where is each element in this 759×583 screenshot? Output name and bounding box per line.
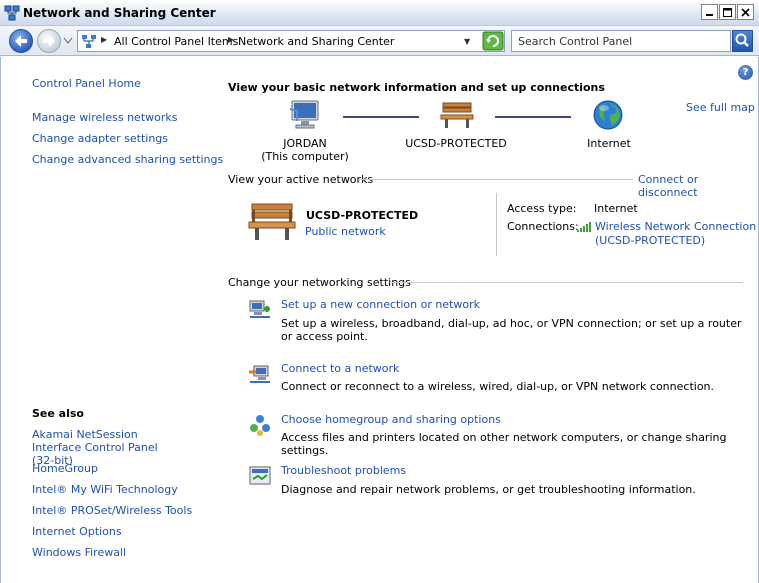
active-networks-title: View your active networks — [228, 173, 374, 186]
network-name: UCSD-PROTECTED — [405, 137, 507, 150]
see-also-heading: See also — [32, 407, 84, 420]
task-new-connection-desc: Set up a wireless, broadband, dial-up, a… — [281, 317, 742, 343]
page-heading: View your basic network information and … — [228, 81, 605, 94]
wireless-signal-icon — [577, 222, 591, 232]
see-full-map-link[interactable]: See full map — [686, 101, 755, 114]
manage-wireless-link[interactable]: Manage wireless networks — [32, 111, 177, 124]
breadcrumb-item-all-control-panel[interactable]: All Control Panel Items — [114, 35, 238, 48]
network-center-icon — [4, 5, 20, 21]
connect-or-disconnect-link[interactable]: Connect or disconnect — [638, 173, 758, 199]
access-type-label: Access type: — [507, 202, 577, 215]
vertical-divider — [496, 193, 497, 256]
maximize-icon — [723, 7, 732, 17]
active-network-name: UCSD-PROTECTED — [306, 209, 419, 222]
homegroup-icon — [250, 415, 270, 436]
internet-globe-icon — [593, 100, 623, 130]
minimize-button[interactable] — [701, 4, 718, 20]
back-arrow-icon — [15, 35, 27, 47]
close-button[interactable] — [737, 4, 754, 20]
content-area: Control Panel Home Manage wireless netwo… — [0, 57, 759, 583]
back-button[interactable] — [9, 29, 33, 53]
computer-subtitle: (This computer) — [261, 150, 349, 163]
internet-label: Internet — [587, 137, 631, 150]
change-settings-title: Change your networking settings — [228, 276, 411, 289]
breadcrumb[interactable]: ▶ All Control Panel Items ▶ Network and … — [77, 30, 505, 52]
control-panel-icon — [82, 35, 96, 48]
maximize-button[interactable] — [719, 4, 736, 20]
see-also-homegroup-link[interactable]: HomeGroup — [32, 462, 98, 475]
wireless-connection-link[interactable]: Wireless Network Connection — [595, 220, 756, 233]
change-adapter-link[interactable]: Change adapter settings — [32, 132, 168, 145]
see-also-intel-wifi-link[interactable]: Intel® My WiFi Technology — [32, 483, 178, 496]
task-troubleshoot-link[interactable]: Troubleshoot problems — [281, 464, 406, 477]
close-icon — [741, 7, 750, 17]
task-troubleshoot-desc: Diagnose and repair network problems, or… — [281, 483, 696, 496]
see-also-internet-options-link[interactable]: Internet Options — [32, 525, 122, 538]
title-bar: Network and Sharing Center — [0, 0, 759, 26]
task-homegroup-desc: Access files and printers located on oth… — [281, 431, 727, 457]
task-connect-network-desc: Connect or reconnect to a wireless, wire… — [281, 380, 715, 393]
public-network-bench-icon — [440, 102, 474, 128]
map-connector — [495, 116, 571, 118]
access-type-value: Internet — [594, 202, 638, 215]
chevron-down-icon[interactable]: ▼ — [464, 37, 470, 46]
change-sharing-link[interactable]: Change advanced sharing settings — [32, 153, 223, 166]
search-button[interactable] — [732, 30, 753, 52]
chevron-right-icon[interactable]: ▶ — [228, 35, 234, 44]
map-connector — [343, 116, 419, 118]
minimize-icon — [706, 13, 713, 16]
troubleshoot-icon — [249, 466, 271, 485]
chevron-right-icon[interactable]: ▶ — [101, 35, 107, 44]
control-panel-home-link[interactable]: Control Panel Home — [32, 77, 141, 90]
task-new-connection-link[interactable]: Set up a new connection or network — [281, 298, 480, 311]
help-icon[interactable]: ? — [738, 65, 753, 80]
section-divider — [359, 179, 633, 180]
breadcrumb-item-network-center[interactable]: Network and Sharing Center — [238, 35, 394, 48]
forward-arrow-icon — [43, 35, 55, 47]
computer-name: JORDAN — [283, 137, 327, 150]
wireless-connection-ssid-link[interactable]: (UCSD-PROTECTED) — [595, 234, 705, 247]
refresh-icon[interactable] — [482, 31, 504, 51]
public-network-bench-icon — [248, 203, 296, 240]
network-type-link[interactable]: Public network — [305, 225, 386, 238]
see-also-intel-proset-link[interactable]: Intel® PROSet/Wireless Tools — [32, 504, 192, 517]
recent-pages-dropdown-icon[interactable] — [63, 37, 73, 45]
connections-label: Connections: — [507, 220, 579, 233]
connect-network-icon — [249, 365, 270, 383]
see-also-firewall-link[interactable]: Windows Firewall — [32, 546, 126, 559]
task-connect-network-link[interactable]: Connect to a network — [281, 362, 399, 375]
section-divider — [391, 282, 743, 283]
search-icon — [735, 33, 749, 47]
search-input[interactable]: Search Control Panel — [511, 30, 731, 52]
window-title: Network and Sharing Center — [23, 6, 216, 20]
task-homegroup-link[interactable]: Choose homegroup and sharing options — [281, 413, 501, 426]
new-connection-icon — [249, 300, 270, 318]
forward-button[interactable] — [37, 29, 61, 53]
computer-icon — [289, 100, 319, 129]
